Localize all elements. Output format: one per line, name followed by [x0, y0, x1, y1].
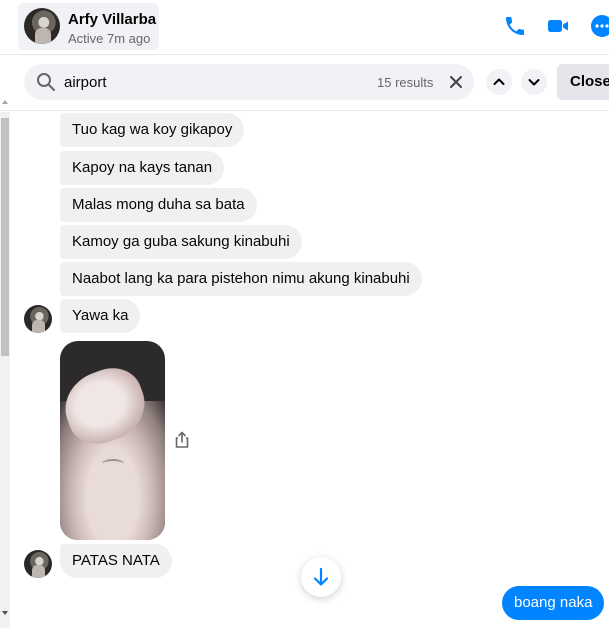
avatar [24, 8, 60, 44]
search-icon [37, 73, 55, 91]
incoming-message[interactable]: PATAS NATA [60, 544, 172, 578]
search-input[interactable] [64, 64, 364, 100]
results-count: 15 results [377, 75, 434, 90]
arrow-down-icon [313, 567, 329, 586]
next-result-button[interactable] [521, 69, 547, 95]
incoming-message[interactable]: Yawa ka [60, 299, 141, 333]
previous-result-button[interactable] [486, 69, 512, 95]
search-in-conversation-bar: 15 results Close [0, 56, 609, 111]
contact-name: Arfy Villarba [68, 11, 157, 28]
incoming-message[interactable]: Tuo kag wa koy gikapoy [60, 113, 245, 147]
scroll-down-arrow[interactable] [2, 611, 8, 615]
incoming-message[interactable]: Naabot lang ka para pistehon nimu akung … [60, 262, 422, 296]
incoming-message[interactable]: Malas mong duha sa bata [60, 188, 257, 222]
clear-search-icon[interactable] [444, 70, 468, 94]
close-search-button[interactable]: Close [557, 64, 609, 100]
video-call-icon[interactable] [546, 14, 570, 38]
scrollbar[interactable] [0, 112, 10, 628]
sender-avatar[interactable] [24, 305, 52, 333]
chevron-up-icon [493, 78, 505, 85]
more-info-icon[interactable] [590, 14, 609, 38]
sender-avatar[interactable] [24, 550, 52, 578]
chevron-down-icon [528, 79, 540, 86]
search-box: 15 results [24, 64, 474, 100]
conversation-header: Arfy Villarba Active 7m ago [0, 0, 609, 55]
scrollbar-thumb[interactable] [1, 118, 9, 356]
photo-attachment[interactable] [60, 341, 165, 540]
active-status: Active 7m ago [68, 31, 151, 46]
scroll-to-bottom-button[interactable] [301, 557, 341, 597]
contact-profile-button[interactable]: Arfy Villarba Active 7m ago [18, 3, 159, 50]
incoming-message[interactable]: Kamoy ga guba sakung kinabuhi [60, 225, 302, 259]
outgoing-message[interactable]: boang naka [502, 586, 605, 620]
share-icon[interactable] [172, 430, 192, 450]
incoming-message[interactable]: Kapoy na kays tanan [60, 151, 225, 185]
phone-call-icon[interactable] [503, 14, 527, 38]
scroll-up-arrow[interactable] [2, 100, 8, 104]
